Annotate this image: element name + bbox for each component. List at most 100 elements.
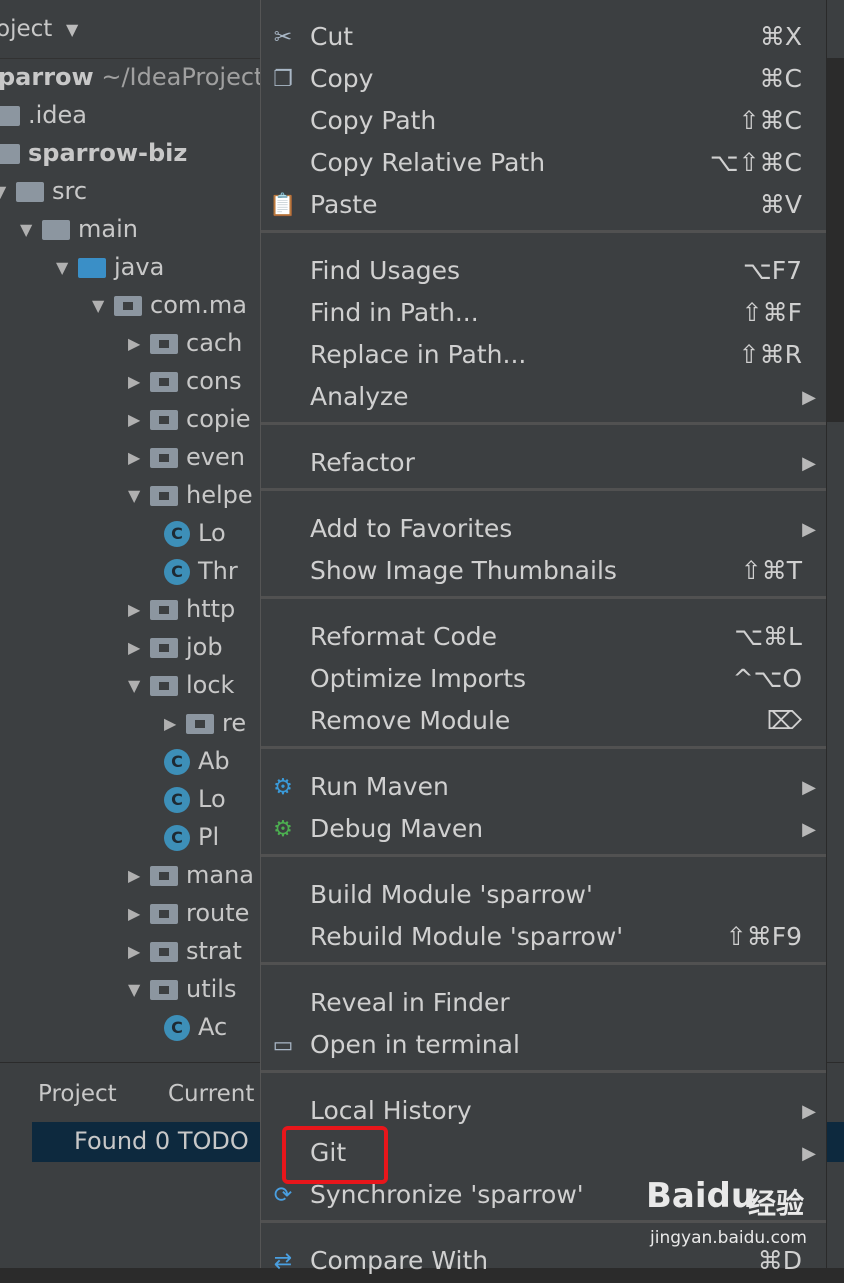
collapsed-arrow-icon[interactable]: ▶ xyxy=(128,363,150,401)
expanded-arrow-icon[interactable]: ▼ xyxy=(56,249,78,287)
menu-item-run-maven[interactable]: ⚙ Run Maven ▶ xyxy=(261,767,826,809)
tree-node[interactable]: ▼ com.ma xyxy=(92,286,247,324)
collapsed-arrow-icon[interactable]: ▶ xyxy=(128,857,150,895)
tree-node[interactable]: C Thr xyxy=(164,552,238,590)
menu-item-label: Open in terminal xyxy=(310,1030,520,1059)
menu-item-copy[interactable]: ❐ Copy ⌘C xyxy=(261,59,826,101)
tree-node-label: Pl xyxy=(198,823,220,851)
menu-item-cut[interactable]: ✂ Cut ⌘X xyxy=(261,17,826,59)
collapsed-arrow-icon[interactable]: ▶ xyxy=(128,591,150,629)
tree-node[interactable]: ▼ utils xyxy=(128,970,236,1008)
expanded-arrow-icon[interactable]: ▼ xyxy=(128,971,150,1009)
menu-item-build-module-sparrow[interactable]: Build Module 'sparrow' xyxy=(261,875,826,917)
menu-item-label: Find Usages xyxy=(310,256,461,285)
chevron-down-icon[interactable]: ▼ xyxy=(66,20,78,39)
package-icon xyxy=(150,448,178,468)
tree-node[interactable]: ▶ route xyxy=(128,894,249,932)
menu-item-label: Copy Relative Path xyxy=(310,148,546,177)
tree-node[interactable]: ▶ job xyxy=(128,628,223,666)
menu-item-label: Compare With xyxy=(310,1246,489,1275)
tree-node[interactable]: ▼ helpe xyxy=(128,476,253,514)
menu-item-label: Copy Path xyxy=(310,106,437,135)
tree-node[interactable]: C Pl xyxy=(164,818,219,856)
tree-node[interactable]: ▶ strat xyxy=(128,932,242,970)
tree-node[interactable]: ▶ http xyxy=(128,590,235,628)
expanded-arrow-icon[interactable]: ▼ xyxy=(92,287,114,325)
collapsed-arrow-icon[interactable]: ▶ xyxy=(128,439,150,477)
menu-item-remove-module[interactable]: Remove Module ⌦ xyxy=(261,701,826,743)
package-icon xyxy=(150,904,178,924)
compare-icon: ⇄ xyxy=(273,1249,293,1274)
tree-node[interactable]: ▶ re xyxy=(164,704,246,742)
menu-item-reveal-in-finder[interactable]: Reveal in Finder xyxy=(261,983,826,1025)
class-icon: C xyxy=(164,825,190,851)
tab-current[interactable]: Current xyxy=(168,1081,254,1107)
tree-node[interactable]: ▼ lock xyxy=(128,666,234,704)
package-icon xyxy=(150,600,178,620)
tree-node[interactable]: ▼ main xyxy=(20,210,138,248)
tab-project[interactable]: Project xyxy=(38,1081,117,1107)
menu-item-find-usages[interactable]: Find Usages ⌥F7 xyxy=(261,251,826,293)
menu-item-paste[interactable]: 📋 Paste ⌘V xyxy=(261,185,826,227)
folder-icon xyxy=(0,106,20,126)
expanded-arrow-icon[interactable]: ▼ xyxy=(128,667,150,705)
tree-node[interactable]: ▶ even xyxy=(128,438,245,476)
tree-node[interactable]: ▶ copie xyxy=(128,400,251,438)
menu-item-refactor[interactable]: Refactor ▶ xyxy=(261,443,826,485)
menu-item-reformat-code[interactable]: Reformat Code ⌥⌘L xyxy=(261,617,826,659)
collapsed-arrow-icon[interactable]: ▶ xyxy=(128,401,150,439)
menu-item-optimize-imports[interactable]: Optimize Imports ^⌥O xyxy=(261,659,826,701)
collapsed-arrow-icon[interactable]: ▶ xyxy=(128,933,150,971)
project-view-title[interactable]: oject xyxy=(0,16,52,42)
collapsed-arrow-icon[interactable]: ▶ xyxy=(164,705,186,743)
package-icon xyxy=(150,486,178,506)
tree-node[interactable]: ▼ java xyxy=(56,248,164,286)
menu-item-shortcut: ⌥⌘L xyxy=(734,622,802,651)
menu-item-label: Cut xyxy=(310,22,354,51)
expanded-arrow-icon[interactable]: ▼ xyxy=(20,211,42,249)
paste-icon: 📋 xyxy=(269,193,297,218)
tree-node-label: utils xyxy=(186,975,237,1003)
menu-item-show-image-thumbnails[interactable]: Show Image Thumbnails ⇧⌘T xyxy=(261,551,826,593)
tree-node[interactable]: C Ab xyxy=(164,742,230,780)
collapsed-arrow-icon[interactable]: ▶ xyxy=(128,325,150,363)
menu-item-debug-maven[interactable]: ⚙ Debug Maven ▶ xyxy=(261,809,826,851)
tree-node[interactable]: C Lo xyxy=(164,514,226,552)
submenu-arrow-icon: ▶ xyxy=(802,819,816,840)
menu-item-find-in-path[interactable]: Find in Path... ⇧⌘F xyxy=(261,293,826,335)
expanded-arrow-icon[interactable]: ▼ xyxy=(128,477,150,515)
tree-node[interactable]: C Lo xyxy=(164,780,226,818)
menu-item-analyze[interactable]: Analyze ▶ xyxy=(261,377,826,419)
tree-node[interactable]: ▶ cach xyxy=(128,324,242,362)
menu-item-open-in-terminal[interactable]: ▭ Open in terminal xyxy=(261,1025,826,1067)
collapsed-arrow-icon[interactable]: ▶ xyxy=(128,629,150,667)
tree-node-label: com.ma xyxy=(150,291,247,319)
tree-node[interactable]: ▶ mana xyxy=(128,856,254,894)
expanded-arrow-icon[interactable]: ▼ xyxy=(0,173,16,211)
tree-node[interactable]: ▶ cons xyxy=(128,362,242,400)
menu-item-copy-relative-path[interactable]: Copy Relative Path ⌥⇧⌘C xyxy=(261,143,826,185)
class-icon: C xyxy=(164,521,190,547)
menu-item-label: Local History xyxy=(310,1096,472,1125)
menu-item-label: Reveal in Finder xyxy=(310,988,510,1017)
package-icon xyxy=(114,296,142,316)
tree-node-label: java xyxy=(114,253,165,281)
menu-item-label: Reformat Code xyxy=(310,622,497,651)
menu-item-shortcut: ⌥F7 xyxy=(742,256,802,285)
tree-node-label: Ab xyxy=(198,747,230,775)
tree-node[interactable]: .idea xyxy=(0,96,87,134)
tree-node[interactable]: C Ac xyxy=(164,1008,227,1046)
tree-node[interactable]: parrow ~/IdeaProject xyxy=(0,58,263,96)
tree-node[interactable]: ▼ src xyxy=(0,172,87,210)
menu-item-copy-path[interactable]: Copy Path ⇧⌘C xyxy=(261,101,826,143)
tree-node[interactable]: sparrow-biz xyxy=(0,134,187,172)
menu-item-rebuild-module-sparrow[interactable]: Rebuild Module 'sparrow' ⇧⌘F9 xyxy=(261,917,826,959)
menu-separator xyxy=(261,596,826,599)
tree-node-label: copie xyxy=(186,405,251,433)
sync-icon: ⟳ xyxy=(273,1183,293,1208)
menu-item-replace-in-path[interactable]: Replace in Path... ⇧⌘R xyxy=(261,335,826,377)
menu-item-add-to-favorites[interactable]: Add to Favorites ▶ xyxy=(261,509,826,551)
collapsed-arrow-icon[interactable]: ▶ xyxy=(128,895,150,933)
menu-separator xyxy=(261,854,826,857)
context-menu: ✂ Cut ⌘X ❐ Copy ⌘C Copy Path ⇧⌘C Copy Relative P… xyxy=(260,0,827,1275)
